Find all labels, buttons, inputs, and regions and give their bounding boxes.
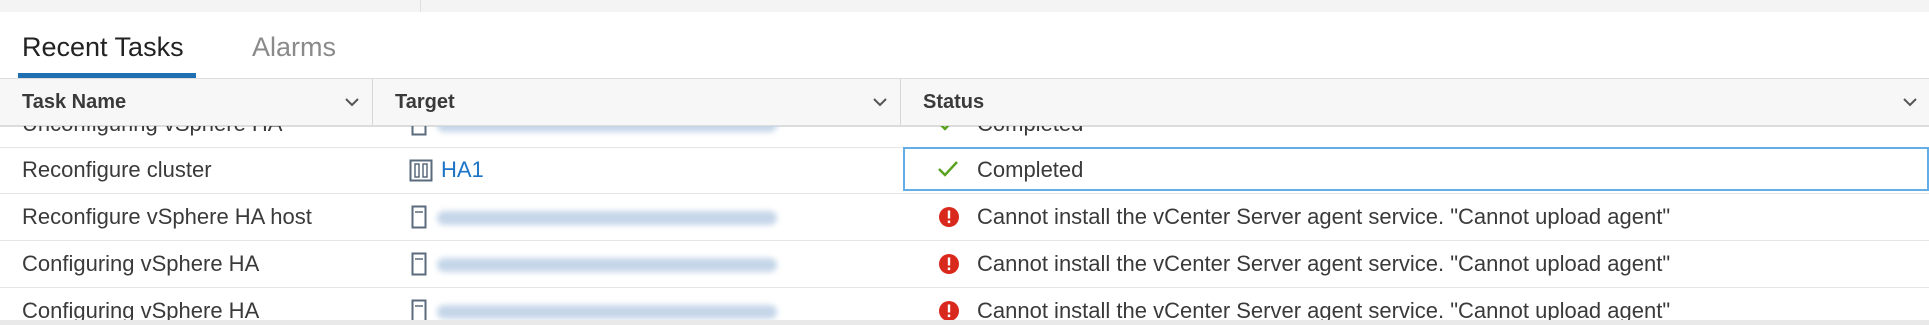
tab-bar: Recent Tasks Alarms <box>0 12 1929 79</box>
task-name-cell: Unconfiguring vSphere HA <box>0 126 373 147</box>
column-label: Status <box>923 91 985 113</box>
table-row[interactable]: Reconfigure vSphere HA host Cannot insta… <box>0 194 1929 241</box>
target-name-redacted[interactable] <box>437 126 777 133</box>
column-header-status[interactable]: Status <box>901 79 1929 125</box>
status-cell: Completed <box>901 126 1929 147</box>
column-label: Task Name <box>22 91 127 113</box>
column-header-task-name[interactable]: Task Name <box>0 79 373 125</box>
check-icon <box>938 161 958 177</box>
status-cell: Cannot install the vCenter Server agent … <box>901 241 1929 287</box>
top-panel-segment <box>0 0 421 12</box>
chevron-down-icon[interactable] <box>871 93 889 111</box>
chevron-down-icon[interactable] <box>343 93 361 111</box>
active-tab-indicator <box>18 73 196 78</box>
status-text: Completed <box>977 157 1084 182</box>
host-icon <box>411 205 427 229</box>
cluster-icon <box>409 159 433 182</box>
table-header: Task Name Target Status <box>0 79 1929 127</box>
check-icon <box>940 126 950 131</box>
task-name-cell: Configuring vSphere HA <box>22 251 260 276</box>
chevron-down-icon[interactable] <box>1901 93 1919 111</box>
target-cell[interactable] <box>373 126 901 147</box>
column-label: Target <box>395 91 455 113</box>
column-header-target[interactable]: Target <box>373 79 901 125</box>
horizontal-scrollbar[interactable] <box>0 320 1929 325</box>
target-link[interactable]: HA1 <box>441 157 484 182</box>
error-icon <box>939 254 959 274</box>
status-cell: Cannot install the vCenter Server agent … <box>901 194 1929 240</box>
table-row[interactable]: Unconfiguring vSphere HA Completed <box>0 126 1929 148</box>
target-name-redacted[interactable] <box>437 305 777 320</box>
host-icon <box>411 126 427 136</box>
target-cell[interactable] <box>373 241 901 287</box>
target-name-redacted[interactable] <box>437 258 777 273</box>
status-cell: Completed <box>901 147 1929 193</box>
target-name-redacted[interactable] <box>437 211 777 226</box>
task-name-cell: Reconfigure cluster <box>22 157 212 182</box>
error-icon <box>939 301 959 321</box>
task-name-cell: Reconfigure vSphere HA host <box>22 204 312 229</box>
table-row[interactable]: Reconfigure cluster HA1 Completed <box>0 147 1929 194</box>
status-text: Cannot install the vCenter Server agent … <box>977 251 1671 276</box>
host-icon <box>411 252 427 276</box>
target-cell[interactable]: HA1 <box>373 147 901 193</box>
status-text: Completed <box>977 126 1083 136</box>
error-icon <box>939 207 959 227</box>
status-text: Cannot install the vCenter Server agent … <box>977 204 1671 229</box>
tab-alarms[interactable]: Alarms <box>252 30 336 64</box>
task-list: Unconfiguring vSphere HA Completed Recon… <box>0 126 1929 325</box>
target-cell[interactable] <box>373 194 901 240</box>
tab-recent-tasks[interactable]: Recent Tasks <box>22 30 184 64</box>
table-row[interactable]: Configuring vSphere HA Cannot install th… <box>0 241 1929 288</box>
